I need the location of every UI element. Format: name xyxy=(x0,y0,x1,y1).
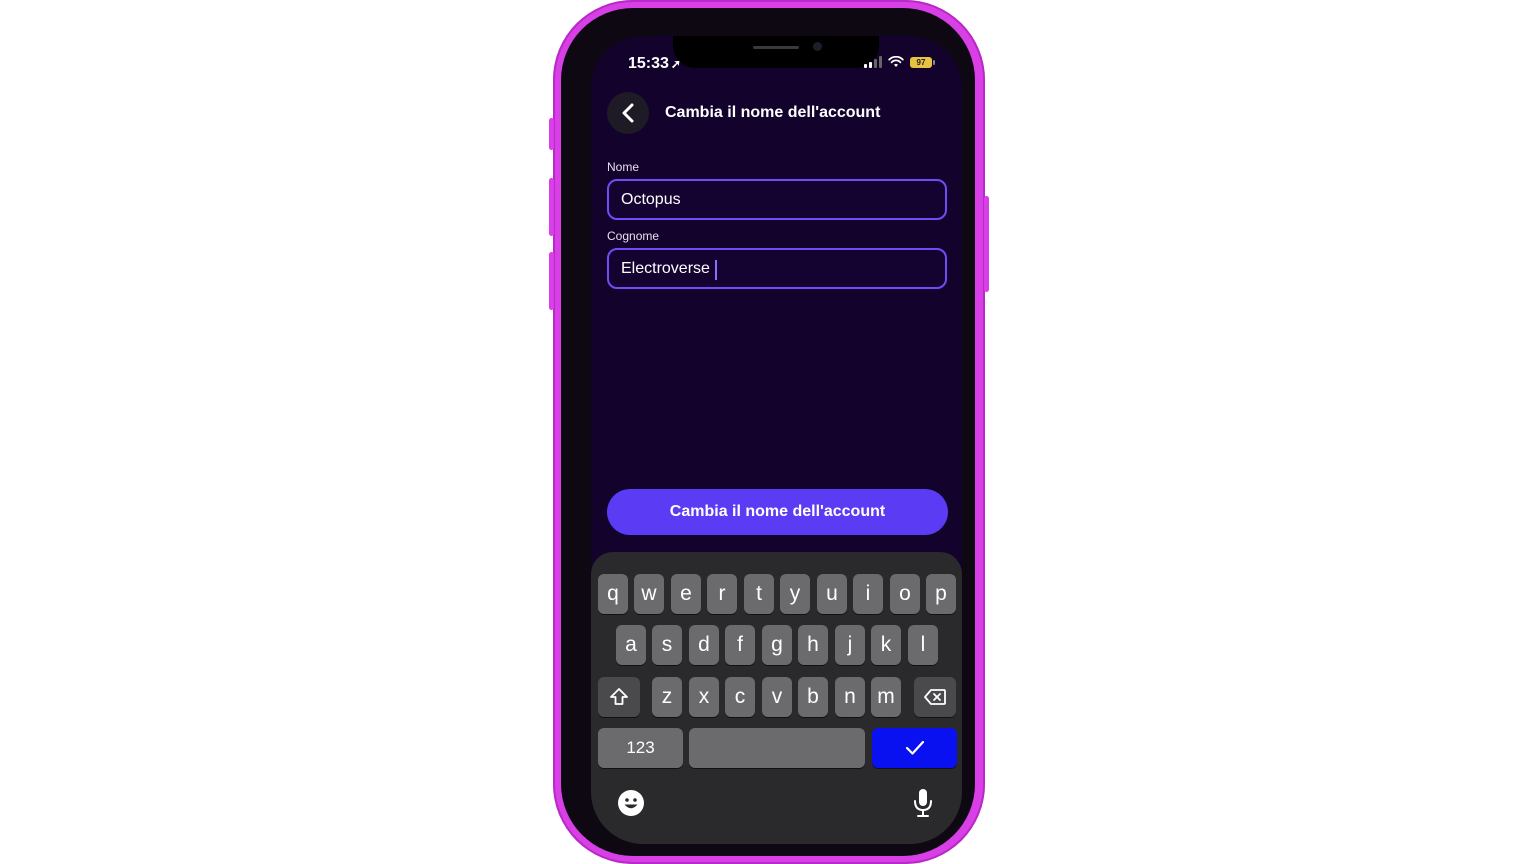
chevron-left-icon xyxy=(622,103,634,123)
key-j[interactable]: j xyxy=(835,625,865,665)
key-r[interactable]: r xyxy=(707,574,737,614)
speaker xyxy=(753,46,799,49)
emoji-button[interactable] xyxy=(615,787,647,819)
keyboard: q w e r t y u i o p a s d f g h j k l z … xyxy=(591,552,962,844)
backspace-icon xyxy=(924,689,946,705)
numbers-key[interactable]: 123 xyxy=(598,728,683,768)
cellular-signal-icon xyxy=(864,56,882,68)
status-time-text: 15:33 xyxy=(628,55,669,72)
key-s[interactable]: s xyxy=(652,625,682,665)
key-a[interactable]: a xyxy=(616,625,646,665)
power-button xyxy=(984,196,989,292)
status-time: 15:33 ➚ xyxy=(628,55,681,73)
key-h[interactable]: h xyxy=(798,625,828,665)
shift-icon xyxy=(610,688,628,705)
last-name-field[interactable] xyxy=(607,248,947,289)
key-e[interactable]: e xyxy=(671,574,701,614)
key-f[interactable]: f xyxy=(725,625,755,665)
key-x[interactable]: x xyxy=(689,677,719,717)
key-g[interactable]: g xyxy=(762,625,792,665)
front-camera xyxy=(813,42,822,51)
first-name-label: Nome xyxy=(607,160,640,174)
page-title: Cambia il nome dell'account xyxy=(665,104,881,121)
last-name-input[interactable] xyxy=(609,250,945,287)
status-icons: 97 xyxy=(864,56,935,68)
battery-icon: 97 xyxy=(910,56,935,68)
key-b[interactable]: b xyxy=(798,677,828,717)
key-v[interactable]: v xyxy=(762,677,792,717)
change-name-button[interactable]: Cambia il nome dell'account xyxy=(607,489,948,535)
shift-key[interactable] xyxy=(598,677,640,717)
checkmark-icon xyxy=(905,740,924,755)
key-z[interactable]: z xyxy=(652,677,682,717)
key-k[interactable]: k xyxy=(871,625,901,665)
key-w[interactable]: w xyxy=(634,574,664,614)
notch xyxy=(673,36,879,68)
key-o[interactable]: o xyxy=(890,574,920,614)
done-key[interactable] xyxy=(872,728,957,768)
key-l[interactable]: l xyxy=(908,625,938,665)
space-key[interactable] xyxy=(689,728,865,768)
location-arrow-icon: ➚ xyxy=(670,57,681,71)
key-i[interactable]: i xyxy=(853,574,883,614)
key-u[interactable]: u xyxy=(817,574,847,614)
emoji-icon xyxy=(618,790,644,816)
dictation-button[interactable] xyxy=(907,787,939,819)
key-q[interactable]: q xyxy=(598,574,628,614)
key-c[interactable]: c xyxy=(725,677,755,717)
microphone-icon xyxy=(914,789,932,817)
text-cursor xyxy=(715,260,717,280)
phone-frame: 15:33 ➚ 97 Cambia il nome dell'account N… xyxy=(549,0,989,864)
volume-down-button xyxy=(549,252,554,310)
key-m[interactable]: m xyxy=(871,677,901,717)
battery-level: 97 xyxy=(916,57,926,67)
volume-up-button xyxy=(549,178,554,236)
key-p[interactable]: p xyxy=(926,574,956,614)
key-t[interactable]: t xyxy=(744,574,774,614)
mute-switch xyxy=(549,118,554,150)
key-n[interactable]: n xyxy=(835,677,865,717)
back-button[interactable] xyxy=(607,92,649,134)
key-d[interactable]: d xyxy=(689,625,719,665)
last-name-label: Cognome xyxy=(607,229,660,243)
phone-bezel: 15:33 ➚ 97 Cambia il nome dell'account N… xyxy=(561,8,975,856)
key-y[interactable]: y xyxy=(780,574,810,614)
first-name-field[interactable] xyxy=(607,179,947,220)
backspace-key[interactable] xyxy=(914,677,956,717)
wifi-icon xyxy=(888,56,904,67)
first-name-input[interactable] xyxy=(609,181,945,218)
app-screen: 15:33 ➚ 97 Cambia il nome dell'account N… xyxy=(591,36,962,844)
